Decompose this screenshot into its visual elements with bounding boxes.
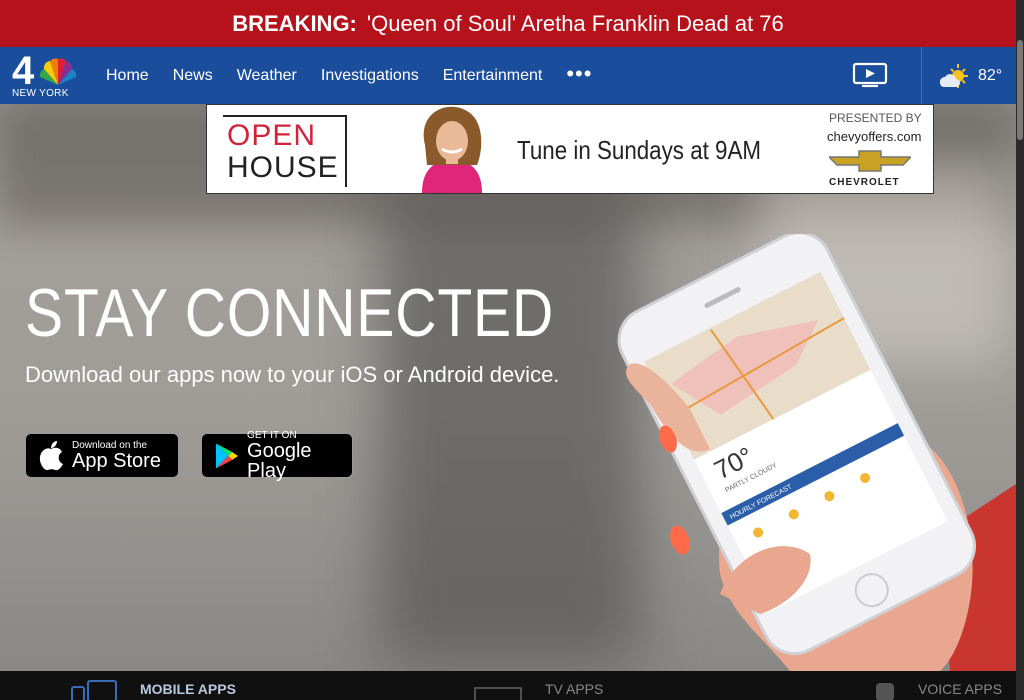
tv-play-icon[interactable] [852, 62, 888, 88]
chevrolet-bowtie-icon [829, 150, 911, 172]
ad-host-image [422, 106, 482, 193]
google-play-big: Google Play [247, 440, 312, 482]
nav-divider [921, 47, 922, 104]
main-nav: 4 NEW YORK Home News Weather Investigati… [0, 47, 1016, 104]
breaking-news-bar[interactable]: BREAKING: 'Queen of Soul' Aretha Frankli… [0, 0, 1016, 47]
mobile-devices-icon[interactable] [70, 679, 118, 700]
ad-tagline: Tune in Sundays at 9AM [517, 135, 762, 165]
more-menu-icon[interactable]: ••• [566, 62, 592, 85]
weather-temp: 82° [978, 67, 1003, 84]
partly-sunny-icon [939, 64, 968, 88]
hero-subtitle: Download our apps now to your iOS or And… [25, 362, 560, 387]
weather-widget[interactable]: 82° [936, 61, 1002, 91]
smart-speaker-icon[interactable] [874, 683, 896, 700]
nav-home[interactable]: Home [106, 67, 149, 85]
breaking-headline[interactable]: 'Queen of Soul' Aretha Franklin Dead at … [367, 11, 784, 37]
hero-title: STAY CONNECTED [25, 275, 555, 351]
ad-sponsor: CHEVROLET [829, 177, 900, 188]
tv-apps-link[interactable]: TV APPS [545, 681, 603, 697]
app-store-big: App Store [72, 450, 161, 472]
apple-icon [39, 440, 63, 470]
mobile-apps-link[interactable]: MOBILE APPS [140, 681, 236, 697]
ad-open-text: OPEN [227, 119, 317, 152]
nbc-logo[interactable]: 4 NEW YORK [10, 49, 80, 101]
scrollbar[interactable] [1016, 0, 1024, 700]
scrollbar-thumb[interactable] [1017, 40, 1023, 140]
phone-in-hand-image: 70° PARTLY CLOUDY HOURLY FORECAST [617, 234, 1016, 671]
ad-presented-by: PRESENTED BY [829, 111, 922, 125]
nav-weather[interactable]: Weather [237, 67, 297, 85]
voice-apps-link[interactable]: VOICE APPS [918, 681, 1002, 697]
nav-entertainment[interactable]: Entertainment [443, 67, 543, 85]
app-store-button[interactable]: Download on the App Store [25, 433, 179, 478]
breaking-label: BREAKING: [232, 10, 357, 36]
nav-investigations[interactable]: Investigations [321, 67, 419, 85]
tv-icon[interactable] [474, 687, 522, 700]
logo-city: NEW YORK [12, 88, 69, 99]
hero-section: OPEN HOUSE Tune in Sundays at 9AM PRESEN… [0, 104, 1016, 671]
ad-house-text: HOUSE [227, 151, 339, 184]
nav-links: Home News Weather Investigations Enterta… [106, 47, 592, 104]
nav-news[interactable]: News [173, 67, 213, 85]
google-play-icon [215, 442, 239, 469]
google-play-button[interactable]: GET IT ON Google Play [201, 430, 353, 482]
peacock-icon [39, 58, 77, 85]
ad-sponsor-site: chevyoffers.com [827, 129, 922, 144]
ad-banner[interactable]: OPEN HOUSE Tune in Sundays at 9AM PRESEN… [206, 104, 934, 194]
bottom-app-bar: MOBILE APPS TV APPS VOICE APPS [0, 671, 1016, 700]
